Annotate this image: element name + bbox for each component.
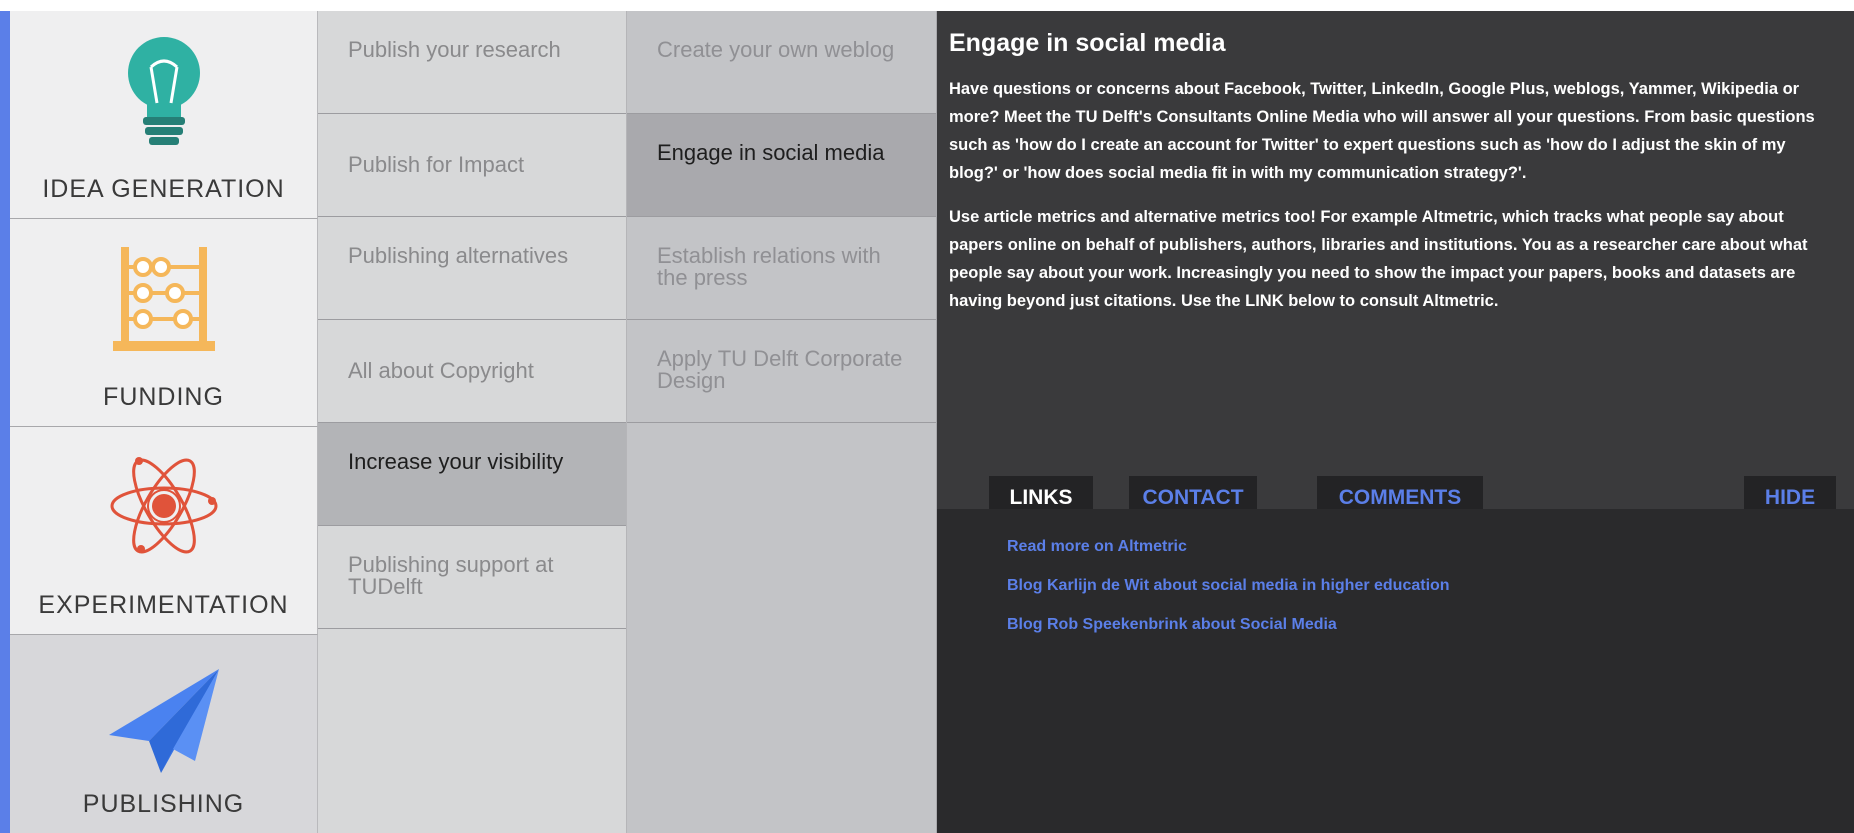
- atom-icon: [110, 457, 217, 554]
- menu-item-engage-social-media[interactable]: Engage in social media: [627, 114, 936, 217]
- phase-funding[interactable]: FUNDING: [10, 219, 318, 427]
- menu-item-apply-corporate-design[interactable]: Apply TU Delft Corporate Design: [627, 320, 936, 423]
- visibility-topics-column: Create your own weblog Engage in social …: [627, 11, 937, 833]
- lightbulb-icon: [127, 37, 200, 145]
- link-blog-karlijn[interactable]: Blog Karlijn de Wit about social media i…: [1007, 577, 1450, 616]
- top-bar: [0, 0, 1854, 11]
- panel-paragraph: Have questions or concerns about Faceboo…: [949, 80, 1815, 182]
- phase-experimentation[interactable]: EXPERIMENTATION: [10, 427, 318, 635]
- links-list: Read more on Altmetric Blog Karlijn de W…: [1007, 538, 1450, 655]
- publishing-topics-column: Publish your research Publish for Impact…: [318, 11, 627, 833]
- menu-item-publishing-alternatives[interactable]: Publishing alternatives: [318, 217, 626, 320]
- menu-item-create-weblog[interactable]: Create your own weblog: [627, 11, 936, 114]
- phase-label: FUNDING: [103, 383, 224, 411]
- menu-item-all-about-copyright[interactable]: All about Copyright: [318, 320, 626, 423]
- menu-item-publish-for-impact[interactable]: Publish for Impact: [318, 114, 626, 217]
- links-area: Read more on Altmetric Blog Karlijn de W…: [937, 509, 1854, 833]
- menu-item-publishing-support[interactable]: Publishing support at TUDelft: [318, 526, 626, 629]
- content-panel: Engage in social media Have questions or…: [937, 11, 1854, 833]
- left-accent-stripe: [0, 11, 10, 833]
- app-container: IDEA GENERATION FUNDING EXPERIMENTATION …: [0, 11, 1854, 833]
- panel-title: Engage in social media: [949, 29, 1226, 57]
- panel-paragraph: Use article metrics and alternative metr…: [949, 208, 1808, 310]
- link-altmetric[interactable]: Read more on Altmetric: [1007, 538, 1450, 577]
- phase-idea-generation[interactable]: IDEA GENERATION: [10, 11, 318, 219]
- panel-body: Have questions or concerns about Faceboo…: [949, 75, 1836, 331]
- paper-plane-icon: [108, 669, 219, 773]
- phase-label: PUBLISHING: [82, 790, 245, 818]
- link-blog-rob[interactable]: Blog Rob Speekenbrink about Social Media: [1007, 616, 1450, 655]
- phase-publishing[interactable]: PUBLISHING: [10, 635, 318, 833]
- phase-label: EXPERIMENTATION: [38, 591, 289, 619]
- phase-label: IDEA GENERATION: [42, 175, 285, 203]
- menu-item-publish-research[interactable]: Publish your research: [318, 11, 626, 114]
- menu-item-increase-visibility[interactable]: Increase your visibility: [318, 423, 626, 526]
- phase-column: IDEA GENERATION FUNDING EXPERIMENTATION …: [10, 11, 318, 833]
- abacus-icon: [112, 247, 215, 351]
- menu-item-establish-press-relations[interactable]: Establish relations with the press: [627, 217, 936, 320]
